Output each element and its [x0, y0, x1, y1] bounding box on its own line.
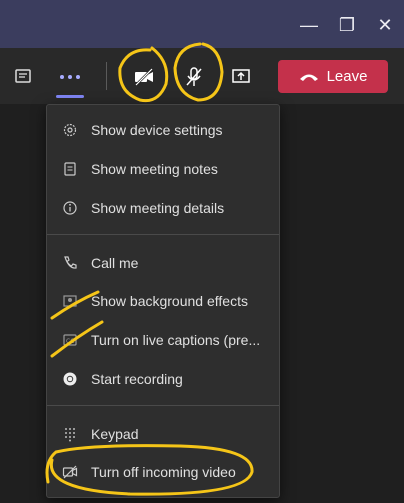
hang-up-icon — [299, 74, 318, 81]
keypad-icon — [62, 426, 78, 442]
info-icon — [62, 200, 78, 216]
menu-item-label: Show meeting details — [91, 200, 225, 216]
menu-item-label: Turn on live captions (pre... — [91, 332, 261, 348]
title-bar: — ❐ ✕ — [0, 0, 404, 48]
video-off-icon — [62, 464, 78, 480]
more-actions-button[interactable] — [55, 62, 85, 92]
menu-item-meeting-details[interactable]: Show meeting details — [47, 189, 279, 227]
menu-item-turn-off-incoming-video[interactable]: Turn off incoming video — [47, 453, 279, 491]
menu-item-meeting-notes[interactable]: Show meeting notes — [47, 150, 279, 188]
phone-icon — [62, 255, 78, 271]
menu-item-keypad[interactable]: Keypad — [47, 415, 279, 453]
menu-item-label: Keypad — [91, 426, 139, 442]
mic-off-icon — [186, 67, 202, 86]
menu-item-label: Show device settings — [91, 122, 223, 138]
menu-item-label: Start recording — [91, 371, 183, 387]
chat-button[interactable] — [8, 62, 38, 92]
menu-item-live-captions[interactable]: CC Turn on live captions (pre... — [47, 321, 279, 359]
menu-divider — [47, 405, 279, 406]
meeting-toolbar: Leave — [0, 48, 404, 104]
notes-icon — [62, 161, 78, 177]
leave-button[interactable]: Leave — [278, 60, 388, 93]
toolbar-divider — [106, 62, 107, 90]
share-screen-icon — [232, 69, 250, 83]
camera-off-icon — [135, 68, 153, 86]
maximize-icon: ❐ — [338, 14, 356, 35]
menu-item-start-recording[interactable]: Start recording — [47, 360, 279, 398]
minimize-icon: — — [300, 14, 318, 35]
menu-item-label: Show background effects — [91, 293, 248, 309]
more-icon — [60, 75, 80, 79]
svg-text:CC: CC — [66, 338, 74, 345]
close-window-button[interactable]: ✕ — [372, 12, 398, 38]
menu-item-device-settings[interactable]: Show device settings — [47, 111, 279, 149]
share-screen-button[interactable] — [226, 62, 256, 92]
minimize-button[interactable]: — — [296, 12, 322, 38]
mic-toggle-button[interactable] — [179, 62, 209, 92]
menu-item-label: Turn off incoming video — [91, 464, 236, 480]
more-actions-menu: Show device settings Show meeting notes … — [46, 104, 280, 498]
gear-icon — [62, 122, 78, 138]
menu-divider — [47, 234, 279, 235]
menu-item-label: Call me — [91, 255, 139, 271]
background-effects-icon — [62, 293, 78, 309]
leave-label: Leave — [326, 68, 368, 85]
captions-icon: CC — [62, 332, 78, 348]
menu-item-call-me[interactable]: Call me — [47, 244, 279, 282]
camera-toggle-button[interactable] — [129, 62, 159, 92]
record-icon — [62, 371, 78, 387]
menu-item-background-effects[interactable]: Show background effects — [47, 282, 279, 320]
menu-item-label: Show meeting notes — [91, 161, 218, 177]
active-tab-indicator — [56, 95, 84, 98]
maximize-button[interactable]: ❐ — [334, 12, 360, 38]
chat-icon — [15, 69, 31, 83]
close-icon: ✕ — [377, 14, 393, 35]
